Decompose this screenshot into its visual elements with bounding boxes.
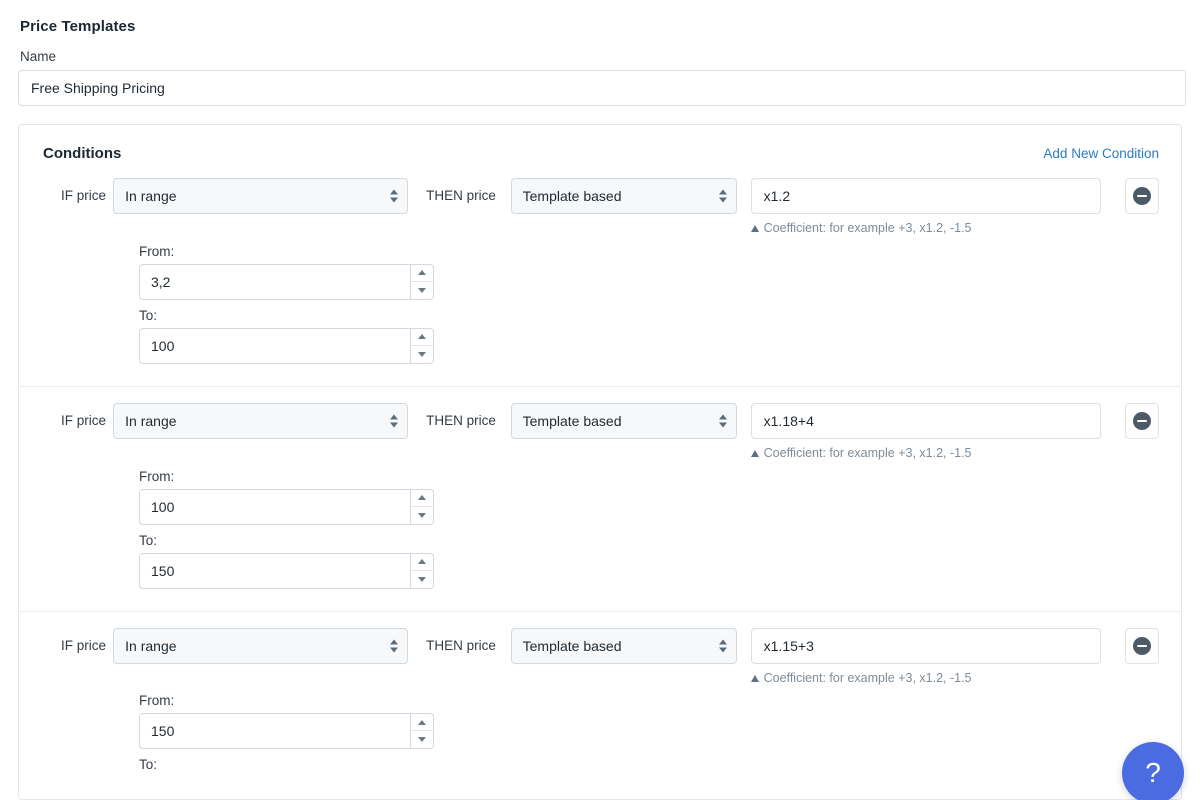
from-stepper-buttons: [410, 488, 434, 525]
minus-circle-icon: [1132, 187, 1151, 205]
minus-circle-icon: [1132, 636, 1151, 655]
to-stepper-buttons: [410, 327, 434, 364]
coefficient-column: Coefficient: for example +3, x1.2, -1.5: [750, 178, 1101, 236]
condition-type-select-wrap: In range: [113, 627, 409, 664]
template-name-input[interactable]: [18, 70, 1186, 106]
to-stepper-buttons: [410, 552, 434, 589]
then-type-select-wrap: Template based: [510, 402, 737, 439]
from-label: From:: [139, 468, 175, 484]
condition-row: IF price In range THEN price Template ba…: [19, 612, 1181, 800]
from-stepper-buttons: [410, 713, 434, 750]
from-stepper-buttons: [410, 263, 434, 300]
condition-type-select[interactable]: In range: [113, 402, 409, 439]
condition-type-select-wrap: In range: [113, 178, 409, 214]
triangle-up-icon: [750, 674, 759, 682]
conditions-title: Conditions: [43, 145, 122, 162]
from-number-stepper: [139, 263, 434, 300]
to-input[interactable]: [139, 552, 411, 589]
remove-condition-button[interactable]: [1124, 627, 1159, 664]
from-label: From:: [139, 243, 175, 259]
coefficient-column: Coefficient: for example +3, x1.2, -1.5: [750, 402, 1101, 461]
condition-row: IF price In range THEN price Template ba…: [19, 162, 1181, 387]
to-number-stepper: [139, 552, 434, 589]
if-price-label: IF price: [61, 188, 107, 203]
from-increment-button[interactable]: [411, 265, 433, 282]
triangle-up-icon: [750, 450, 759, 458]
to-label: To:: [139, 532, 158, 548]
from-number-stepper: [139, 713, 434, 750]
range-block: From: To:: [139, 469, 1159, 589]
range-block: From: To:: [139, 244, 1159, 364]
to-label: To:: [139, 307, 158, 323]
coefficient-column: Coefficient: for example +3, x1.2, -1.5: [750, 627, 1101, 686]
help-button[interactable]: ?: [1122, 742, 1184, 800]
condition-type-select[interactable]: In range: [113, 178, 409, 214]
minus-circle-icon: [1132, 411, 1151, 430]
to-increment-button[interactable]: [411, 554, 433, 571]
from-increment-button[interactable]: [411, 490, 433, 507]
to-input[interactable]: [139, 327, 411, 364]
to-decrement-button[interactable]: [411, 346, 433, 363]
from-increment-button[interactable]: [411, 714, 433, 732]
conditions-card: Conditions Add New Condition IF price In…: [18, 124, 1182, 800]
price-templates-page: Price Templates Name Conditions Add New …: [0, 0, 1200, 800]
coefficient-hint-text: Coefficient: for example +3, x1.2, -1.5: [763, 221, 972, 235]
coefficient-hint: Coefficient: for example +3, x1.2, -1.5: [750, 670, 1101, 686]
then-price-label: THEN price: [426, 188, 496, 203]
from-decrement-button[interactable]: [411, 282, 433, 299]
coefficient-input[interactable]: [750, 402, 1101, 439]
coefficient-hint-text: Coefficient: for example +3, x1.2, -1.5: [763, 670, 972, 685]
range-block: From: To:: [139, 693, 1159, 772]
coefficient-hint: Coefficient: for example +3, x1.2, -1.5: [750, 445, 1101, 461]
to-number-stepper: [139, 327, 434, 364]
coefficient-input[interactable]: [750, 627, 1101, 664]
coefficient-hint-text: Coefficient: for example +3, x1.2, -1.5: [763, 445, 972, 460]
add-new-condition-link[interactable]: Add New Condition: [1043, 146, 1159, 161]
to-label: To:: [139, 757, 158, 773]
then-type-select-wrap: Template based: [510, 178, 737, 214]
from-decrement-button[interactable]: [411, 507, 433, 524]
to-increment-button[interactable]: [411, 329, 433, 346]
triangle-up-icon: [750, 225, 759, 233]
remove-condition-button[interactable]: [1124, 178, 1159, 214]
condition-type-select-wrap: In range: [113, 402, 409, 439]
then-type-select-wrap: Template based: [510, 627, 737, 664]
then-type-select[interactable]: Template based: [510, 627, 737, 664]
condition-type-select[interactable]: In range: [113, 627, 409, 664]
from-input[interactable]: [139, 488, 411, 525]
coefficient-input[interactable]: [750, 178, 1101, 214]
to-decrement-button[interactable]: [411, 571, 433, 588]
page-title: Price Templates: [20, 18, 136, 35]
from-number-stepper: [139, 488, 434, 525]
then-type-select[interactable]: Template based: [510, 402, 737, 439]
then-type-select[interactable]: Template based: [510, 178, 737, 214]
conditions-header: Conditions Add New Condition: [19, 125, 1181, 162]
remove-condition-button[interactable]: [1124, 402, 1159, 439]
from-input[interactable]: [139, 263, 411, 300]
then-price-label: THEN price: [426, 412, 496, 428]
coefficient-hint: Coefficient: for example +3, x1.2, -1.5: [750, 221, 1101, 236]
if-price-label: IF price: [61, 412, 107, 428]
from-decrement-button[interactable]: [411, 731, 433, 748]
condition-row: IF price In range THEN price Template ba…: [19, 387, 1181, 612]
if-price-label: IF price: [61, 637, 107, 653]
then-price-label: THEN price: [426, 637, 496, 653]
from-input[interactable]: [139, 713, 411, 750]
from-label: From:: [139, 693, 175, 709]
name-field-label: Name: [20, 49, 57, 64]
